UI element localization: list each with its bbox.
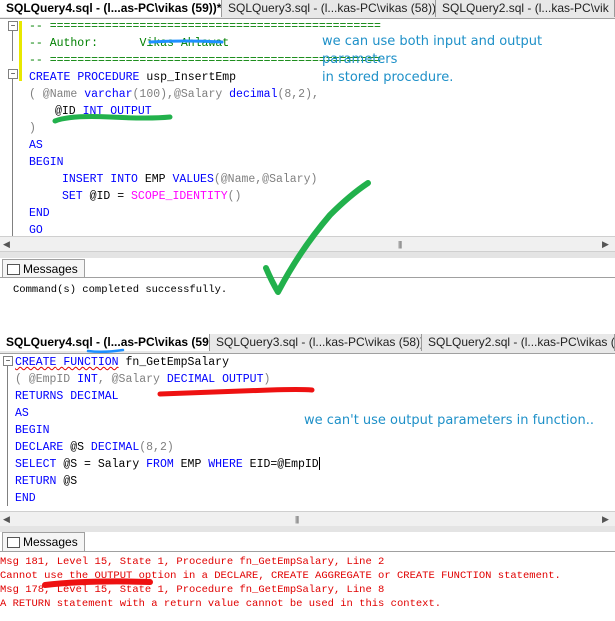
- code-line-create-procedure: CREATE PROCEDURE usp_InsertEmp: [29, 69, 236, 86]
- tab-sqlquery2-bottom[interactable]: SQLQuery2.sql - (l...kas-PC\vikas (57)): [422, 334, 615, 351]
- error-message-line: Msg 181, Level 15, State 1, Procedure fn…: [0, 556, 385, 568]
- scroll-left-icon[interactable]: ◀: [3, 239, 10, 250]
- code-line-output-param: @ID INT OUTPUT: [55, 105, 152, 118]
- code-line-returns: RETURNS DECIMAL: [15, 390, 119, 403]
- error-message-line: Cannot use the OUTPUT option in a DECLAR…: [0, 570, 561, 582]
- code-line-begin: BEGIN: [15, 424, 50, 437]
- scroll-left-icon[interactable]: ◀: [3, 514, 10, 525]
- code-line-end: END: [29, 207, 50, 220]
- comment-text: -- =====================================…: [29, 20, 381, 33]
- comment-text: -- Author:: [29, 37, 99, 50]
- top-horizontal-scrollbar[interactable]: ◀ ||| ▶: [0, 236, 615, 252]
- messages-tab-label: Messages: [23, 262, 78, 276]
- top-query-editor[interactable]: − − -- =================================…: [0, 19, 615, 238]
- annotation-note-bottom: we can't use output parameters in functi…: [304, 413, 594, 428]
- code-line-as: AS: [29, 139, 43, 152]
- tab-sqlquery3-top[interactable]: SQLQuery3.sql - (l...kas-PC\vikas (58)): [222, 0, 436, 17]
- code-line-close-paren: ): [29, 122, 36, 135]
- tab-messages-bottom[interactable]: Messages: [2, 532, 85, 551]
- bottom-messages-panel: Msg 181, Level 15, State 1, Procedure fn…: [0, 551, 615, 621]
- tab-messages-top[interactable]: Messages: [2, 259, 85, 278]
- code-line-set: SET @ID = SCOPE_IDENTITY(): [62, 190, 242, 203]
- keyword: PROCEDURE: [77, 71, 140, 84]
- error-message-line: Msg 178, Level 15, State 1, Procedure fn…: [0, 584, 385, 596]
- tab-sqlquery4-top[interactable]: SQLQuery4.sql - (l...as-PC\vikas (59))*: [0, 0, 222, 17]
- top-messages-panel: Command(s) completed successfully.: [0, 277, 615, 328]
- code-line-end: END: [15, 492, 36, 505]
- change-marker: [19, 21, 22, 81]
- outline-line: [12, 79, 13, 236]
- error-message-line: A RETURN statement with a return value c…: [0, 598, 442, 610]
- pane-splitter[interactable]: [0, 526, 615, 532]
- annotation-line: in stored procedure.: [322, 70, 454, 85]
- code-line-as: AS: [15, 407, 29, 420]
- annotation-line: we can use both input and output paramet…: [322, 34, 543, 67]
- pane-splitter[interactable]: [0, 252, 615, 258]
- messages-tab-label: Messages: [23, 535, 78, 549]
- scroll-grip-icon[interactable]: |||: [398, 240, 402, 249]
- code-line-create-function: CREATE FUNCTION fn_GetEmpSalary: [15, 356, 229, 369]
- outline-line: [7, 366, 8, 506]
- tab-sqlquery3-bottom[interactable]: SQLQuery3.sql - (l...kas-PC\vikas (58)): [210, 334, 422, 351]
- code-line-author: -- Author: Vikas Ahlawat: [29, 35, 229, 52]
- procedure-name: usp_InsertEmp: [146, 71, 237, 84]
- bottom-tab-bar: SQLQuery4.sql - (l...as-PC\vikas (59))* …: [0, 334, 615, 354]
- code-line-params: ( @Name varchar(100),@Salary decimal(8,2…: [29, 88, 319, 101]
- annotation-note-top: we can use both input and output paramet…: [322, 33, 615, 87]
- bottom-horizontal-scrollbar[interactable]: ◀ ||| ▶: [0, 511, 615, 527]
- scroll-right-icon[interactable]: ▶: [602, 514, 609, 525]
- tab-sqlquery2-top[interactable]: SQLQuery2.sql - (l...kas-PC\vik: [436, 0, 615, 17]
- keyword: CREATE: [29, 71, 71, 84]
- bottom-query-editor[interactable]: − CREATE FUNCTION fn_GetEmpSalary ( @Emp…: [0, 354, 615, 510]
- text-cursor: [318, 457, 320, 471]
- code-line-declare: DECLARE @S DECIMAL(8,2): [15, 441, 174, 454]
- author-name: Vikas Ahlawat: [139, 37, 230, 50]
- scroll-right-icon[interactable]: ▶: [602, 239, 609, 250]
- code-line-params: ( @EmpID INT, @Salary DECIMAL OUTPUT): [15, 373, 271, 386]
- messages-icon: [7, 264, 20, 275]
- code-line-return: RETURN @S: [15, 475, 78, 488]
- message-line: Command(s) completed successfully.: [13, 284, 228, 296]
- collapse-toggle[interactable]: −: [8, 69, 18, 79]
- messages-icon: [7, 537, 20, 548]
- code-line-begin: BEGIN: [29, 156, 64, 169]
- collapse-toggle[interactable]: −: [3, 356, 13, 366]
- outline-line: [12, 31, 13, 61]
- code-line-select: SELECT @S = Salary FROM EMP WHERE EID=@E…: [15, 457, 320, 471]
- scroll-grip-icon[interactable]: |||: [295, 515, 299, 524]
- top-tab-bar: SQLQuery4.sql - (l...as-PC\vikas (59))* …: [0, 0, 615, 19]
- code-line-insert: INSERT INTO EMP VALUES(@Name,@Salary): [62, 173, 318, 186]
- collapse-toggle[interactable]: −: [8, 21, 18, 31]
- tab-sqlquery4-bottom[interactable]: SQLQuery4.sql - (l...as-PC\vikas (59))*: [0, 334, 210, 351]
